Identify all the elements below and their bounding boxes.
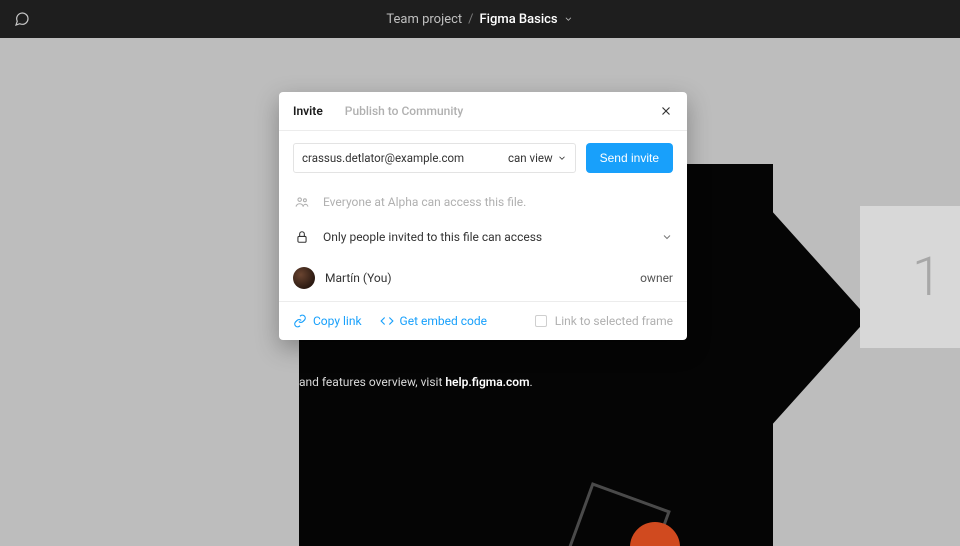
help-text-suffix: . <box>530 375 533 389</box>
access-scope-text: Only people invited to this file can acc… <box>323 230 649 244</box>
org-access-text: Everyone at Alpha can access this file. <box>323 195 673 209</box>
link-to-frame-label: Link to selected frame <box>555 314 673 328</box>
modal-footer: Copy link Get embed code Link to selecte… <box>279 301 687 340</box>
code-icon <box>380 314 394 328</box>
embed-code-label: Get embed code <box>400 314 487 328</box>
tab-invite[interactable]: Invite <box>293 104 323 118</box>
help-text-prefix: and features overview, visit <box>299 375 445 389</box>
banner-arrow-icon <box>770 209 868 427</box>
breadcrumb: Team project / Figma Basics <box>386 12 573 27</box>
modal-tabs: Invite Publish to Community <box>293 104 463 118</box>
right-card-number: 1 <box>912 246 942 309</box>
chevron-down-icon <box>661 231 673 243</box>
checkbox-icon <box>535 315 547 327</box>
send-invite-button[interactable]: Send invite <box>586 143 673 173</box>
modal-header: Invite Publish to Community <box>279 92 687 131</box>
right-number-card: 1 <box>860 206 960 348</box>
access-scope-row[interactable]: Only people invited to this file can acc… <box>279 219 687 255</box>
people-icon <box>293 195 311 209</box>
banner-help-text: and features overview, visit help.figma.… <box>299 375 533 389</box>
copy-link-button[interactable]: Copy link <box>293 314 362 328</box>
tab-publish-community[interactable]: Publish to Community <box>345 104 464 118</box>
user-role: owner <box>640 271 673 285</box>
comment-icon[interactable] <box>14 11 30 27</box>
project-name[interactable]: Team project <box>386 12 462 27</box>
lock-icon <box>293 229 311 245</box>
org-access-row: Everyone at Alpha can access this file. <box>279 185 687 219</box>
chevron-down-icon[interactable] <box>564 14 574 24</box>
email-field[interactable]: crassus.detlator@example.com can view <box>293 143 576 173</box>
link-to-frame-toggle[interactable]: Link to selected frame <box>535 314 673 328</box>
email-value: crassus.detlator@example.com <box>302 151 508 165</box>
user-row: Martín (You) owner <box>279 255 687 301</box>
share-modal: Invite Publish to Community crassus.detl… <box>279 92 687 340</box>
breadcrumb-separator: / <box>468 12 473 27</box>
link-icon <box>293 314 307 328</box>
close-icon[interactable] <box>659 104 673 118</box>
copy-link-label: Copy link <box>313 314 362 328</box>
permission-dropdown[interactable]: can view <box>508 151 567 165</box>
file-name[interactable]: Figma Basics <box>480 12 558 27</box>
invite-row: crassus.detlator@example.com can view Se… <box>279 131 687 185</box>
help-domain: help.figma.com <box>445 375 529 389</box>
embed-code-button[interactable]: Get embed code <box>380 314 487 328</box>
avatar <box>293 267 315 289</box>
permission-label: can view <box>508 151 553 165</box>
app-topbar: Team project / Figma Basics <box>0 0 960 38</box>
user-name: Martín (You) <box>325 271 630 285</box>
